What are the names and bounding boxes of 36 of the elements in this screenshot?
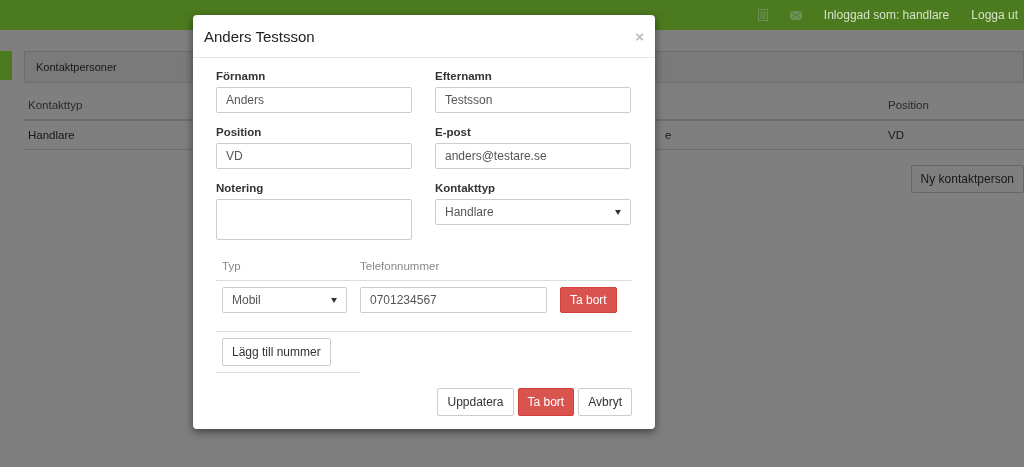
- field-label: E-post: [435, 126, 472, 138]
- input-field[interactable]: Anders: [216, 87, 412, 113]
- delete-button[interactable]: Ta bort: [517, 388, 575, 416]
- dialog-button[interactable]: Uppdatera: [437, 388, 514, 416]
- notes-field[interactable]: [216, 199, 412, 240]
- table-cell: e: [665, 129, 672, 141]
- envelope-icon[interactable]: [789, 10, 802, 20]
- input-field[interactable]: VD: [216, 143, 412, 169]
- dropdown[interactable]: Mobil: [222, 287, 347, 313]
- new-contact-button[interactable]: Ny kontaktperson: [910, 165, 1024, 193]
- column-header: Telefonnummer: [360, 260, 440, 272]
- column-header: Position: [888, 99, 929, 111]
- side-tab[interactable]: [0, 51, 12, 80]
- column-header: Kontakttyp: [28, 99, 83, 111]
- document-icon[interactable]: [757, 9, 768, 21]
- add-number-button[interactable]: Lägg till nummer: [222, 338, 331, 366]
- field-label: Förnamn: [216, 70, 267, 82]
- input-field[interactable]: anders@testare.se: [435, 143, 631, 169]
- logout-link[interactable]: Logga ut: [971, 8, 1018, 22]
- caret-icon: [331, 297, 337, 303]
- dialog-button[interactable]: Avbryt: [578, 388, 632, 416]
- table-cell: Handlare: [28, 129, 75, 141]
- remove-button[interactable]: Ta bort: [560, 287, 617, 313]
- input-field[interactable]: Testsson: [435, 87, 631, 113]
- field-label: Position: [216, 126, 263, 138]
- caret-icon: [615, 209, 621, 215]
- field-label: Notering: [216, 182, 265, 194]
- field-label: Kontakttyp: [435, 182, 497, 194]
- dropdown[interactable]: Handlare: [435, 199, 631, 225]
- logged-in-label: Inloggad som: handlare: [823, 8, 950, 22]
- panel-title: Kontaktpersoner: [36, 61, 117, 73]
- phone-field[interactable]: 0701234567: [360, 287, 547, 313]
- dialog-title: Anders Testsson: [204, 27, 315, 45]
- table-cell: VD: [888, 129, 904, 141]
- column-header: Typ: [222, 260, 242, 272]
- field-label: Efternamn: [435, 70, 493, 82]
